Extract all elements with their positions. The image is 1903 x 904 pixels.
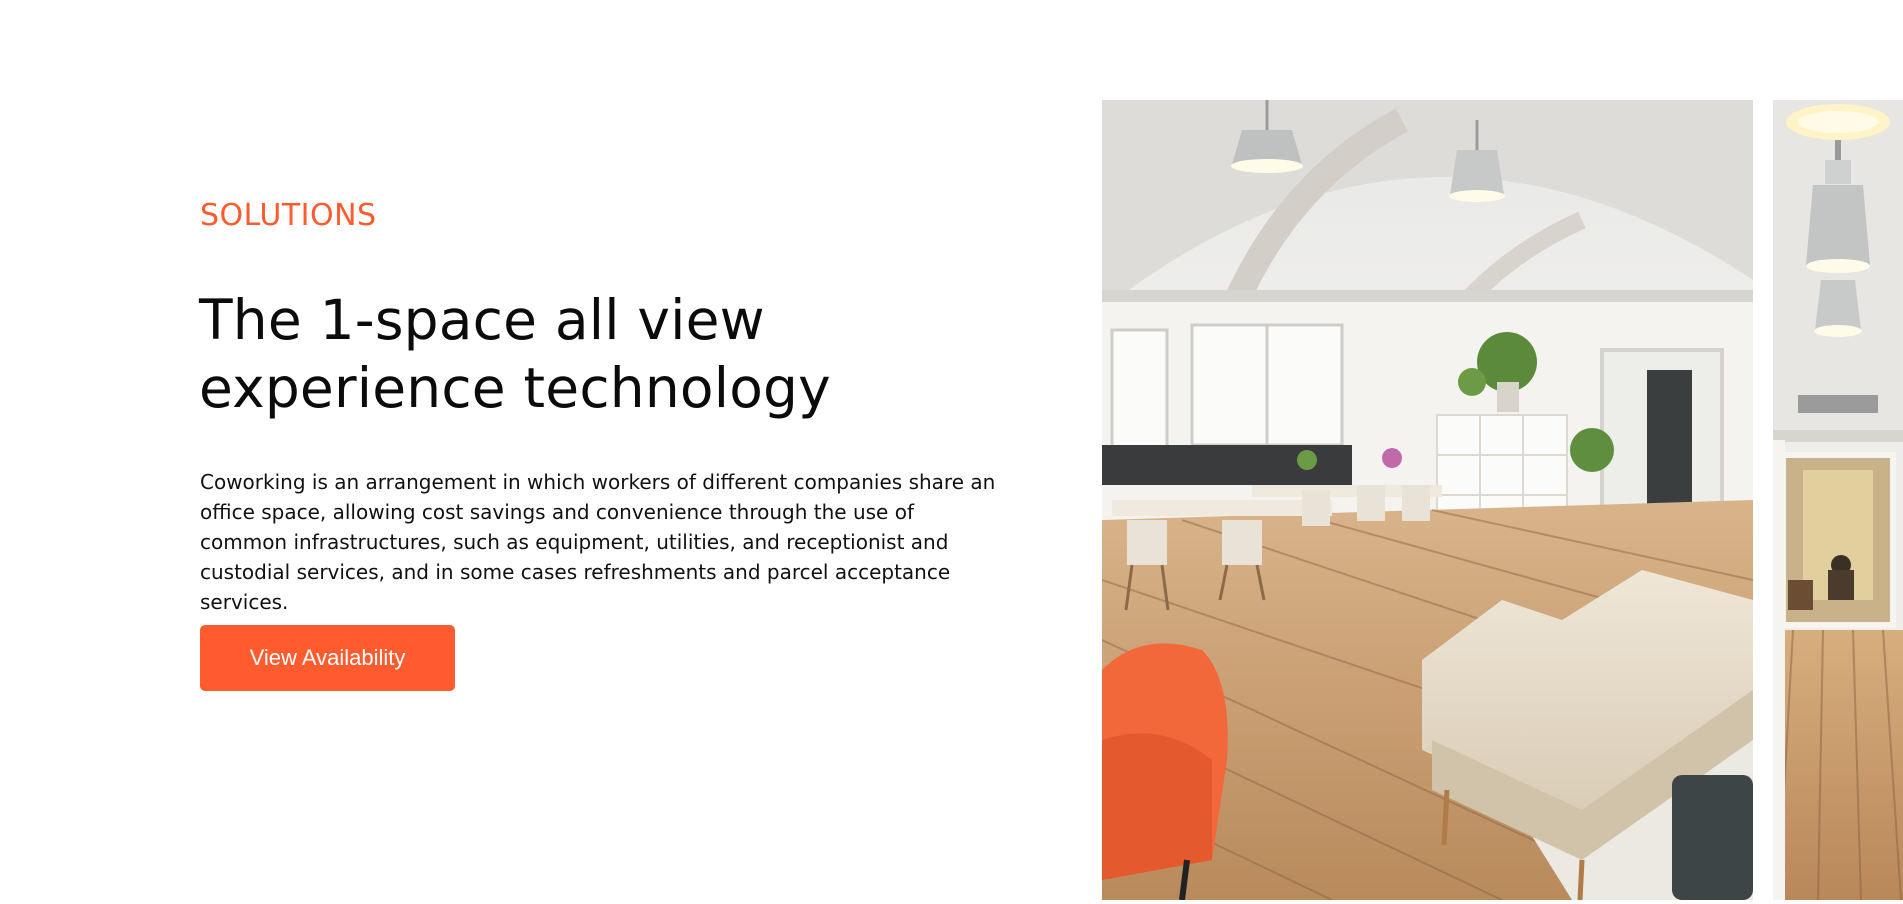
section-description: Coworking is an arrangement in which wor… <box>200 470 996 614</box>
section-headline: The 1-space all view experience technolo… <box>199 286 899 422</box>
solutions-section: SOLUTIONS The 1-space all view experienc… <box>0 0 1903 904</box>
view-availability-button[interactable]: View Availability <box>200 625 455 691</box>
office-photo <box>1102 100 1753 900</box>
headline-line-2: experience technology <box>199 356 831 420</box>
headline-line-1: The 1-space all view <box>199 288 765 352</box>
section-eyebrow: SOLUTIONS <box>200 198 377 233</box>
corridor-photo <box>1773 100 1903 900</box>
